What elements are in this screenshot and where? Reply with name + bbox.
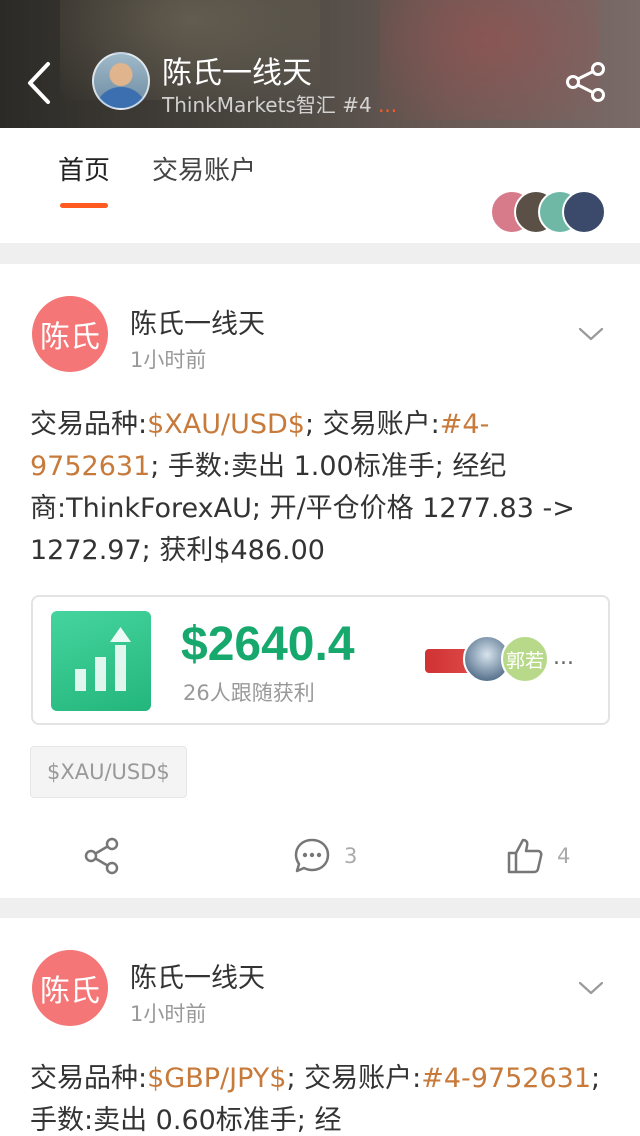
chevron-down-icon[interactable] <box>578 326 604 342</box>
profit-label: 26人跟随获利 <box>183 681 315 705</box>
account-link[interactable]: #4-9752631 <box>421 1063 591 1094</box>
header-subtitle: ThinkMarkets智汇 #4 ... <box>162 93 398 117</box>
tab-trading-account[interactable]: 交易账户 <box>152 150 256 187</box>
author-name[interactable]: 陈氏一线天 <box>130 956 265 995</box>
profit-amount: $2640.4 <box>181 618 355 671</box>
tab-home[interactable]: 首页 <box>58 150 110 187</box>
bar-chart-up-icon <box>51 611 151 711</box>
chevron-down-icon[interactable] <box>578 980 604 996</box>
share-icon <box>566 62 605 102</box>
like-count: 4 <box>557 844 571 868</box>
comment-button[interactable]: 3 <box>292 834 357 878</box>
page-title: 陈氏一线天 <box>162 56 312 91</box>
back-button[interactable] <box>22 58 62 108</box>
share-button[interactable] <box>82 834 122 878</box>
avatar[interactable] <box>92 52 150 110</box>
share-icon <box>84 837 119 875</box>
author-avatar[interactable]: 陈氏 <box>32 950 108 1026</box>
symbol-link[interactable]: $XAU/USD$ <box>147 409 305 440</box>
follower-avatars-peek <box>490 190 610 234</box>
symbol-link[interactable]: $GBP/JPY$ <box>147 1063 286 1094</box>
avatar <box>562 190 606 234</box>
symbol-tag[interactable]: $XAU/USD$ <box>30 746 187 798</box>
thumbs-up-icon <box>507 838 543 874</box>
follow-profit-card[interactable]: $2640.4 26人跟随获利 郭若 ... <box>31 595 610 725</box>
tab-bar: 首页 交易账户 <box>0 128 640 243</box>
feed-post: 陈氏 陈氏一线天 1小时前 交易品种:$GBP/JPY$; 交易账户:#4-97… <box>0 918 640 1136</box>
post-time: 1小时前 <box>130 1002 207 1026</box>
more-followers: ... <box>553 645 574 670</box>
chevron-left-icon <box>28 62 50 104</box>
follower-avatar: 郭若 <box>501 635 549 683</box>
feed-post: 陈氏 陈氏一线天 1小时前 交易品种:$XAU/USD$; 交易账户:#4-97… <box>0 264 640 898</box>
post-time: 1小时前 <box>130 348 207 372</box>
comment-icon <box>294 838 330 873</box>
profile-header: 陈氏一线天 ThinkMarkets智汇 #4 ... <box>0 0 640 128</box>
author-avatar[interactable]: 陈氏 <box>32 296 108 372</box>
post-text: 交易品种:$XAU/USD$; 交易账户:#4-9752631; 手数:卖出 1… <box>30 409 575 566</box>
post-text: 交易品种:$GBP/JPY$; 交易账户:#4-9752631; 手数:卖出 0… <box>30 1063 601 1136</box>
author-name[interactable]: 陈氏一线天 <box>130 302 265 341</box>
active-tab-indicator <box>60 203 108 208</box>
comment-count: 3 <box>344 844 358 868</box>
like-button[interactable]: 4 <box>505 834 570 878</box>
share-button[interactable] <box>564 62 608 102</box>
